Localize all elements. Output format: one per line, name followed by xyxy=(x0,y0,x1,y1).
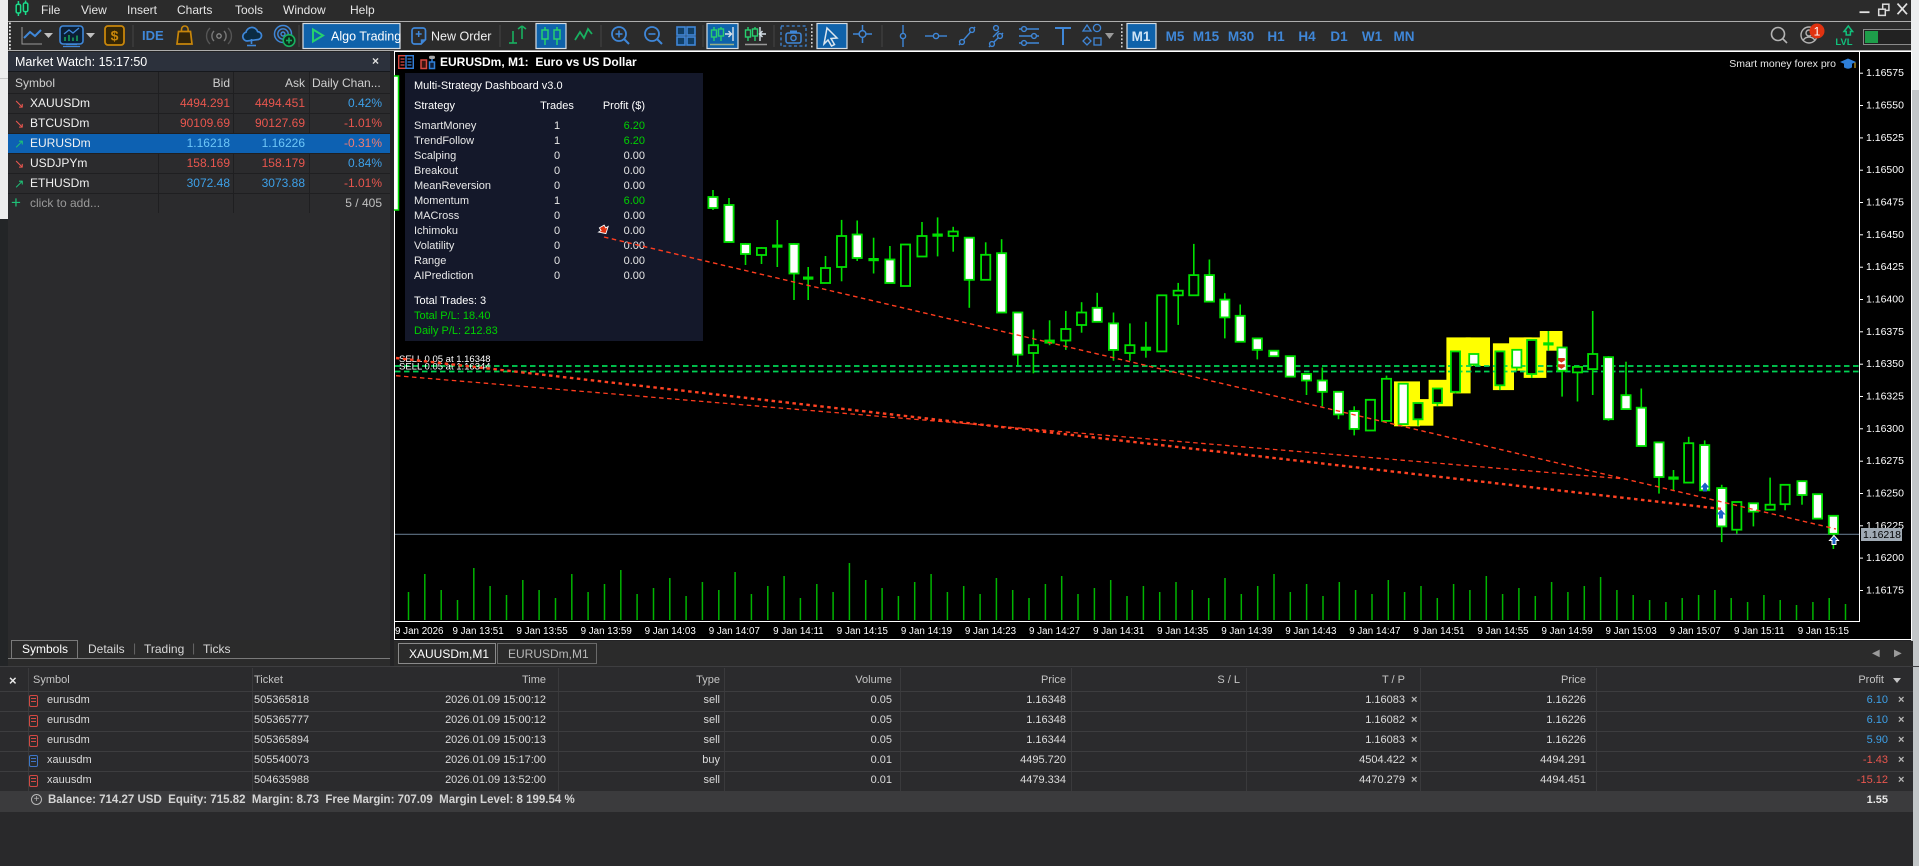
svg-text:1.16275: 1.16275 xyxy=(1866,455,1904,467)
svg-text:6.20: 6.20 xyxy=(624,120,645,132)
svg-text:W1: W1 xyxy=(1362,29,1383,44)
svg-text:9 Jan 15:15: 9 Jan 15:15 xyxy=(1798,626,1850,637)
svg-text:Range: Range xyxy=(414,255,446,267)
svg-text:H4: H4 xyxy=(1298,29,1316,44)
svg-text:9 Jan 14:55: 9 Jan 14:55 xyxy=(1477,626,1529,637)
svg-text:9 Jan 14:15: 9 Jan 14:15 xyxy=(837,626,889,637)
svg-text:6.20: 6.20 xyxy=(624,135,645,147)
svg-text:0: 0 xyxy=(554,225,560,237)
svg-text:1.16575: 1.16575 xyxy=(1866,67,1904,79)
svg-text:9 Jan 14:19: 9 Jan 14:19 xyxy=(901,626,952,637)
svg-text:Smart money forex pro: Smart money forex pro xyxy=(1729,58,1836,70)
svg-text:1.16300: 1.16300 xyxy=(1866,423,1904,435)
svg-text:6.00: 6.00 xyxy=(624,195,645,207)
svg-text:Breakout: Breakout xyxy=(414,165,458,177)
svg-text:0.00: 0.00 xyxy=(624,270,645,282)
svg-text:Profit ($): Profit ($) xyxy=(603,100,645,112)
svg-text:EURUSDm, M1: Euro vs US Dolla: EURUSDm, M1: Euro vs US Dollar xyxy=(440,55,637,69)
svg-text:Volatility: Volatility xyxy=(414,240,455,252)
svg-text:AIPrediction: AIPrediction xyxy=(414,270,473,282)
svg-text:9 Jan 14:11: 9 Jan 14:11 xyxy=(773,626,823,637)
svg-text:1: 1 xyxy=(554,120,560,132)
svg-text:Momentum: Momentum xyxy=(414,195,469,207)
svg-text:9 Jan 14:43: 9 Jan 14:43 xyxy=(1285,626,1337,637)
svg-text:1.16550: 1.16550 xyxy=(1866,100,1904,112)
svg-text:1.16218: 1.16218 xyxy=(1863,529,1901,541)
svg-text:Multi-Strategy Dashboard v3.0: Multi-Strategy Dashboard v3.0 xyxy=(414,80,563,92)
svg-text:9 Jan 15:07: 9 Jan 15:07 xyxy=(1670,626,1721,637)
svg-text:New Order: New Order xyxy=(431,30,491,44)
svg-text:1.16500: 1.16500 xyxy=(1866,164,1904,176)
svg-text:0.00: 0.00 xyxy=(624,165,645,177)
svg-text:9 Jan 14:59: 9 Jan 14:59 xyxy=(1541,626,1592,637)
svg-text:1: 1 xyxy=(554,135,560,147)
svg-text:Scalping: Scalping xyxy=(414,150,456,162)
svg-text:0: 0 xyxy=(554,255,560,267)
svg-text:0.00: 0.00 xyxy=(624,240,645,252)
svg-text:9 Jan 14:07: 9 Jan 14:07 xyxy=(709,626,760,637)
svg-text:9 Jan 14:51: 9 Jan 14:51 xyxy=(1413,626,1464,637)
svg-text:Trades: Trades xyxy=(540,100,574,112)
svg-text:1.16400: 1.16400 xyxy=(1866,294,1904,306)
svg-text:LVL: LVL xyxy=(1835,37,1852,48)
svg-text:Strategy: Strategy xyxy=(414,100,455,112)
svg-text:0.00: 0.00 xyxy=(624,255,645,267)
svg-text:1.16200: 1.16200 xyxy=(1866,552,1904,564)
svg-text:M5: M5 xyxy=(1166,29,1185,44)
svg-text:Ichimoku: Ichimoku xyxy=(414,225,458,237)
svg-text:9 Jan 14:27: 9 Jan 14:27 xyxy=(1029,626,1080,637)
svg-text:9 Jan 15:03: 9 Jan 15:03 xyxy=(1605,626,1657,637)
svg-text:0: 0 xyxy=(554,210,560,222)
svg-text:Algo Trading: Algo Trading xyxy=(331,30,401,44)
svg-text:1.16425: 1.16425 xyxy=(1866,261,1904,273)
svg-text:Daily P/L: 212.83: Daily P/L: 212.83 xyxy=(414,325,498,337)
svg-text:D1: D1 xyxy=(1330,29,1348,44)
svg-text:1.16325: 1.16325 xyxy=(1866,391,1904,403)
svg-text:MeanReversion: MeanReversion xyxy=(414,180,491,192)
svg-text:1.16250: 1.16250 xyxy=(1866,488,1904,500)
svg-text:9 Jan 14:39: 9 Jan 14:39 xyxy=(1221,626,1272,637)
svg-text:0: 0 xyxy=(554,165,560,177)
svg-text:9 Jan 14:23: 9 Jan 14:23 xyxy=(965,626,1017,637)
svg-text:9 Jan 13:55: 9 Jan 13:55 xyxy=(516,626,568,637)
svg-text:0: 0 xyxy=(554,150,560,162)
svg-text:9 Jan 14:47: 9 Jan 14:47 xyxy=(1349,626,1400,637)
svg-text:MACross: MACross xyxy=(414,210,460,222)
svg-text:9 Jan 14:35: 9 Jan 14:35 xyxy=(1157,626,1209,637)
svg-text:9 Jan 2026: 9 Jan 2026 xyxy=(395,626,444,637)
svg-text:1: 1 xyxy=(554,195,560,207)
svg-text:M15: M15 xyxy=(1193,29,1220,44)
svg-text:1.16450: 1.16450 xyxy=(1866,229,1904,241)
svg-text:IDE: IDE xyxy=(142,28,164,43)
svg-text:1.16175: 1.16175 xyxy=(1866,585,1904,597)
svg-text:0.00: 0.00 xyxy=(624,180,645,192)
svg-text:9 Jan 15:11: 9 Jan 15:11 xyxy=(1734,626,1784,637)
svg-text:TrendFollow: TrendFollow xyxy=(414,135,474,147)
svg-text:0.00: 0.00 xyxy=(624,210,645,222)
svg-text:0.00: 0.00 xyxy=(624,150,645,162)
svg-text:9 Jan 14:31: 9 Jan 14:31 xyxy=(1093,626,1144,637)
svg-text:1.16525: 1.16525 xyxy=(1866,132,1904,144)
svg-text:M30: M30 xyxy=(1228,29,1254,44)
svg-text:Total P/L: 18.40: Total P/L: 18.40 xyxy=(414,310,490,322)
svg-text:1.16350: 1.16350 xyxy=(1866,358,1904,370)
svg-text:0: 0 xyxy=(554,270,560,282)
svg-text:9 Jan 14:03: 9 Jan 14:03 xyxy=(645,626,697,637)
svg-text:1.16375: 1.16375 xyxy=(1866,326,1904,338)
svg-text:H1: H1 xyxy=(1267,29,1285,44)
svg-text:Total Trades: 3: Total Trades: 3 xyxy=(414,295,486,307)
svg-text:0: 0 xyxy=(554,240,560,252)
svg-text:9 Jan 13:51: 9 Jan 13:51 xyxy=(452,626,503,637)
svg-text:1.16475: 1.16475 xyxy=(1866,197,1904,209)
svg-text:9 Jan 13:59: 9 Jan 13:59 xyxy=(581,626,632,637)
svg-text:0: 0 xyxy=(554,180,560,192)
svg-text:MN: MN xyxy=(1394,29,1415,44)
svg-text:0.00: 0.00 xyxy=(624,225,645,237)
svg-text:1: 1 xyxy=(1814,25,1821,39)
svg-text:SmartMoney: SmartMoney xyxy=(414,120,477,132)
svg-text:$: $ xyxy=(111,28,119,44)
svg-text:M1: M1 xyxy=(1132,29,1151,44)
